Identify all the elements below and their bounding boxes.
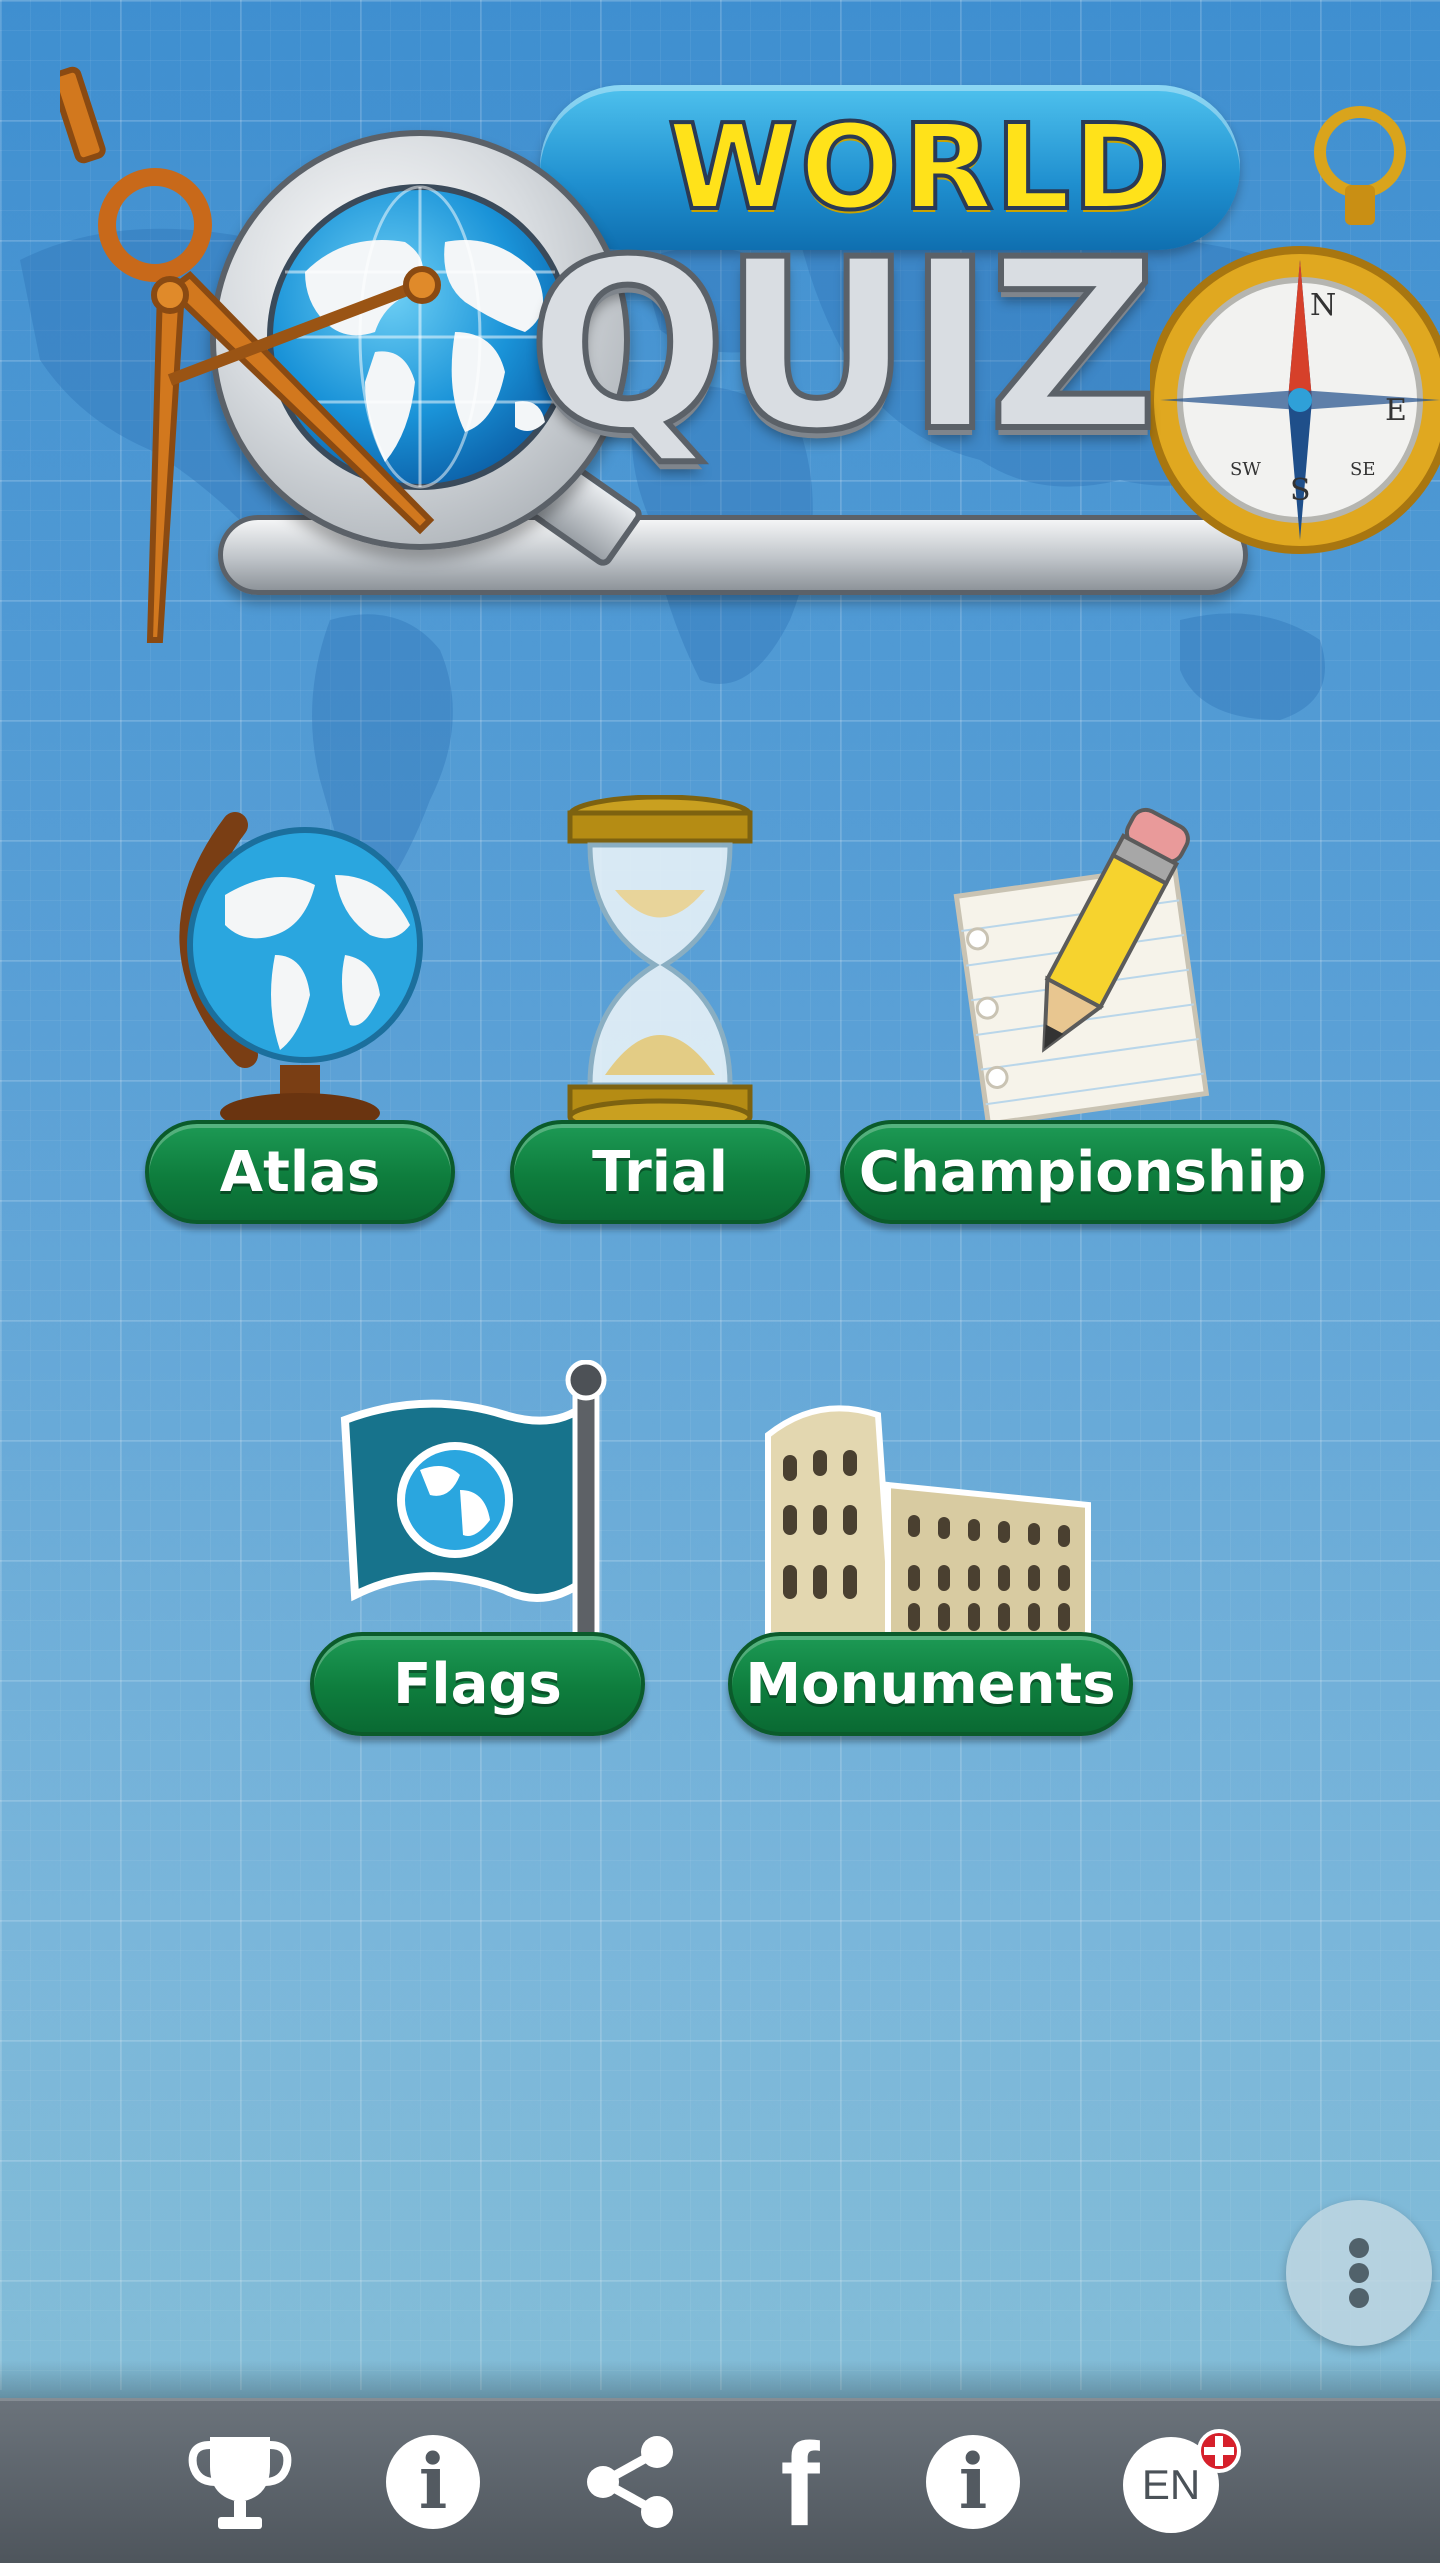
language-button[interactable]: EN: [1117, 2427, 1241, 2537]
championship-label: Championship: [858, 1139, 1307, 1205]
share-icon: [587, 2436, 673, 2528]
flags-label: Flags: [393, 1651, 562, 1717]
bottom-bar-shadow: [0, 2360, 1440, 2400]
menu-championship[interactable]: Championship: [840, 785, 1325, 1235]
info-glyph: i: [958, 2437, 988, 2526]
more-options-button[interactable]: [1286, 2200, 1432, 2346]
globe-icon: [179, 812, 423, 1133]
info-button[interactable]: i: [378, 2427, 488, 2537]
menu-trial[interactable]: Trial: [510, 795, 810, 1235]
flags-button[interactable]: Flags: [310, 1632, 645, 1736]
trial-button[interactable]: Trial: [510, 1120, 810, 1224]
facebook-button[interactable]: f: [745, 2426, 855, 2544]
leaderboard-button[interactable]: [185, 2427, 295, 2537]
logo-quiz-text: QUIZ: [525, 207, 1161, 486]
about-button[interactable]: i: [918, 2427, 1028, 2537]
facebook-icon: f: [780, 2419, 820, 2551]
atlas-label: Atlas: [219, 1139, 381, 1205]
more-vert-dot: [1349, 2288, 1369, 2308]
hourglass-icon: [567, 795, 753, 1135]
menu-monuments[interactable]: Monuments: [728, 1395, 1133, 1745]
compass-e: E: [1385, 393, 1407, 428]
monuments-button[interactable]: Monuments: [728, 1632, 1133, 1736]
app-logo: WORLD N E S SE SW QUIZ: [60, 60, 1440, 660]
monuments-label: Monuments: [745, 1651, 1116, 1717]
info-glyph: i: [418, 2437, 448, 2526]
menu-atlas[interactable]: Atlas: [145, 795, 455, 1235]
share-button[interactable]: [575, 2427, 685, 2537]
more-vert-icon: [1349, 2238, 1369, 2258]
championship-button[interactable]: Championship: [840, 1120, 1325, 1224]
info-icon: i: [386, 2435, 480, 2529]
english-flag-badge-icon: [1197, 2429, 1241, 2473]
atlas-button[interactable]: Atlas: [145, 1120, 455, 1224]
drafting-compass-icon: [60, 66, 441, 643]
flag-icon: [340, 1360, 607, 1658]
colosseum-icon: [765, 1405, 1091, 1638]
info-icon: i: [926, 2435, 1020, 2529]
trial-label: Trial: [592, 1139, 728, 1205]
language-code: EN: [1141, 2461, 1201, 2508]
menu-flags[interactable]: Flags: [310, 1360, 645, 1745]
trophy-icon: [188, 2437, 292, 2529]
pencil-paper-icon: [953, 807, 1210, 1125]
compass-n: N: [1310, 288, 1336, 323]
bottom-toolbar: i f i EN: [0, 2398, 1440, 2563]
compass-se: SE: [1350, 459, 1375, 480]
more-vert-dot: [1349, 2263, 1369, 2283]
compass-s: S: [1290, 473, 1311, 508]
